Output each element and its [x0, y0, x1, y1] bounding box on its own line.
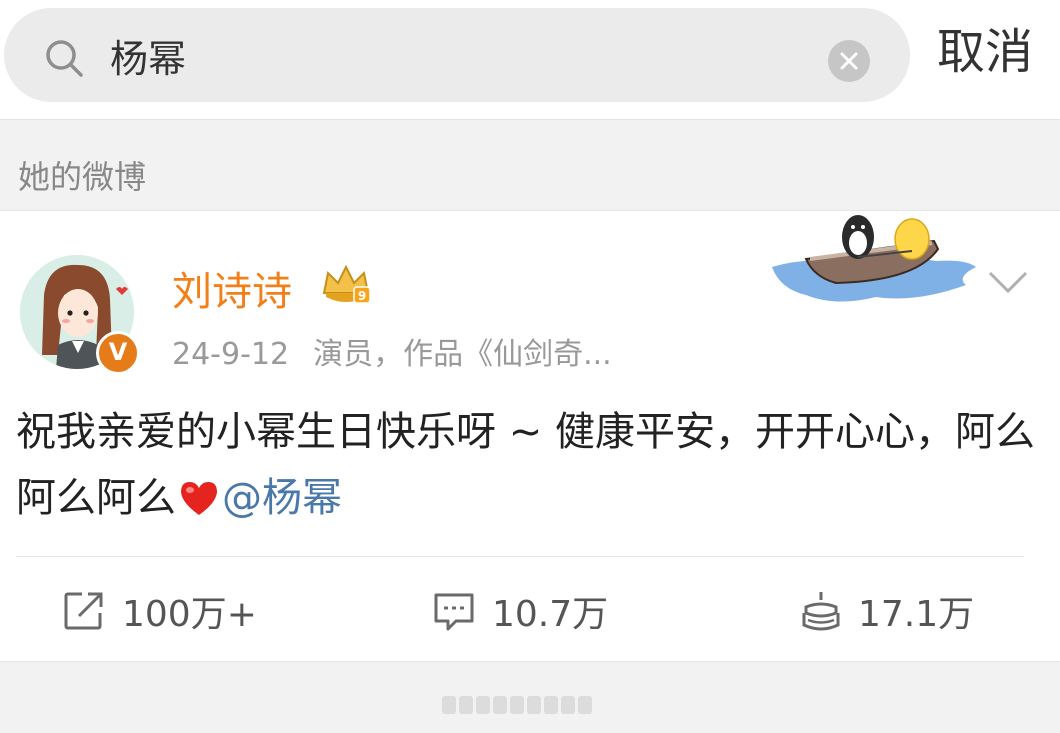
chevron-down-icon[interactable] — [986, 267, 1030, 297]
comment-button[interactable]: 10.7万 — [432, 581, 608, 641]
like-button[interactable]: 17.1万 — [800, 581, 974, 641]
vip-crown-icon: 9 — [322, 264, 371, 304]
boat-decoration-icon — [772, 215, 976, 302]
svg-text:9: 9 — [358, 289, 366, 303]
clear-icon — [840, 52, 858, 70]
loading-indicator — [442, 696, 618, 720]
post-time: 24-9-12 — [172, 337, 290, 372]
like-count: 17.1万 — [858, 594, 975, 635]
divider — [16, 556, 1024, 557]
repost-count: 100万+ — [122, 594, 257, 635]
search-bar: 取消 — [0, 0, 1060, 120]
mention-link[interactable]: @杨幂 — [222, 475, 342, 521]
search-box[interactable] — [4, 8, 910, 102]
verified-badge: V — [96, 331, 140, 375]
cancel-button[interactable]: 取消 — [930, 22, 1040, 82]
weibo-post-card[interactable]: V 刘诗诗 9 24-9-12 演员，作品《仙剑奇... 祝我亲爱的小幂生日快乐呀… — [0, 210, 1060, 662]
post-meta: 24-9-12 演员，作品《仙剑奇... — [172, 329, 612, 373]
author-name[interactable]: 刘诗诗 — [172, 259, 292, 317]
clear-search-button[interactable] — [828, 40, 870, 82]
comment-count: 10.7万 — [492, 594, 609, 635]
post-content[interactable]: 祝我亲爱的小幂生日快乐呀 ~ 健康平安，开开心心，阿么阿么阿么 @杨幂 — [16, 399, 1036, 531]
repost-icon — [64, 592, 103, 630]
heart-emoji-icon — [181, 482, 217, 515]
like-icon — [802, 592, 840, 631]
search-input[interactable] — [110, 30, 810, 80]
post-text: 祝我亲爱的小幂生日快乐呀 ~ 健康平安，开开心心，阿么阿么阿么 — [16, 409, 1035, 521]
author-description: 演员，作品《仙剑奇... — [313, 337, 612, 372]
repost-button[interactable]: 100万+ — [62, 581, 257, 641]
section-title: 她的微博 — [18, 158, 147, 196]
comment-icon — [434, 593, 474, 631]
search-icon — [46, 40, 83, 77]
